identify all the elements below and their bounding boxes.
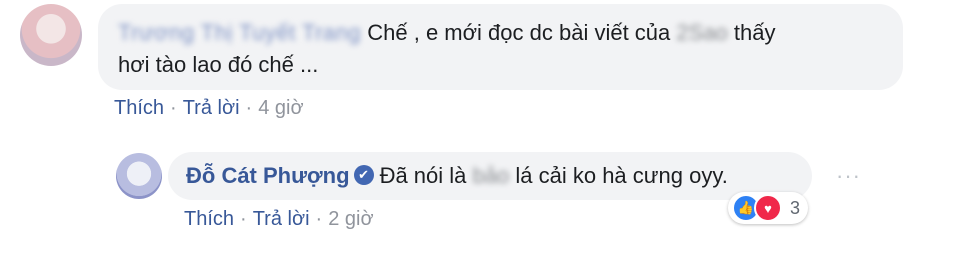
avatar[interactable] <box>116 153 162 199</box>
comment-text: hơi tào lao đó chế ... <box>118 52 319 77</box>
comment-author[interactable]: Trương Thị Tuyết Trang <box>118 16 361 49</box>
more-options-icon[interactable]: ··· <box>836 163 861 189</box>
comment-bubble: Trương Thị Tuyết Trang Chế , e mới đọc d… <box>98 4 903 90</box>
separator: · <box>245 97 253 119</box>
comment-actions: Thích · Trả lời · 2 giờ <box>184 208 374 231</box>
comment-bubble: Đỗ Cát Phượng ✔ Đã nói là bảo lá cải ko hà… <box>168 152 812 200</box>
comment-text-line: hơi tào lao đó chế ... <box>118 48 318 81</box>
reaction-count: 3 <box>790 197 801 218</box>
comment-text: thấy <box>733 20 776 45</box>
like-link[interactable]: Thích <box>184 208 234 230</box>
comment-text: lá cải ko hà cưng oyy. <box>515 163 728 188</box>
comment-actions: Thích · Trả lời · 4 giờ <box>114 97 304 120</box>
blurred-word: bảo <box>472 163 510 188</box>
like-link[interactable]: Thích <box>114 97 164 119</box>
reply-link[interactable]: Trả lời <box>183 97 240 119</box>
separator: · <box>315 208 323 230</box>
blurred-word: 2Sao <box>676 20 728 45</box>
timestamp[interactable]: 2 giờ <box>328 208 373 230</box>
timestamp[interactable]: 4 giờ <box>258 97 303 119</box>
verified-badge-icon: ✔ <box>353 165 374 186</box>
avatar[interactable] <box>20 4 82 66</box>
comment-author[interactable]: Đỗ Cát Phượng <box>186 159 350 192</box>
love-icon: ♥ <box>754 194 782 222</box>
comment-text-line: Đỗ Cát Phượng ✔ Đã nói là bảo lá cải ko hà… <box>186 159 728 192</box>
separator: · <box>240 208 247 230</box>
separator: · <box>170 97 177 119</box>
reactions-summary[interactable]: 👍 ♥ 3 <box>728 192 809 224</box>
comment-text-line: Trương Thị Tuyết Trang Chế , e mới đọc d… <box>118 16 776 49</box>
reply-link[interactable]: Trả lời <box>253 208 310 230</box>
comment-text: Đã nói là <box>379 163 467 188</box>
comment-text: Chế , e mới đọc dc bài viết của <box>367 20 671 45</box>
